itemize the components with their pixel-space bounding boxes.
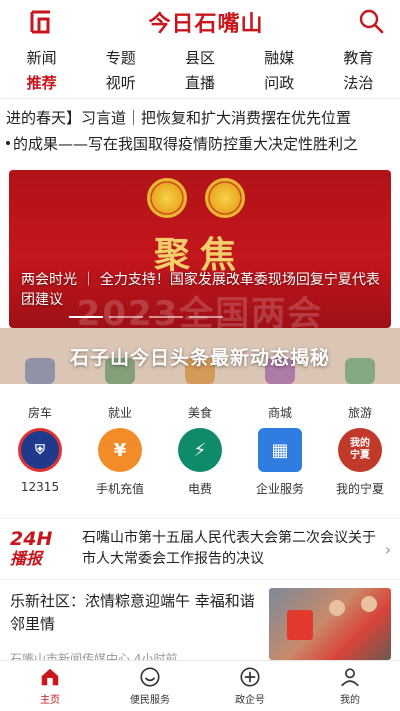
channel-law[interactable]: 法治	[319, 73, 398, 93]
phone-recharge-icon: ¥	[98, 428, 142, 472]
article-card[interactable]: 乐新社区：浓情粽意迎端午 幸福和谐邻里情 石嘴山市新闻传媒中心 4小时前	[0, 586, 400, 666]
carousel-dot[interactable]	[69, 316, 103, 318]
carousel-dot[interactable]	[189, 316, 223, 318]
channel-topics[interactable]: 专题	[81, 48, 160, 68]
thumbnail-figure	[361, 596, 377, 612]
my-ningxia-icon: 我的 宁夏	[338, 428, 382, 472]
nav-label: 便民服务	[130, 695, 170, 706]
state-grid-icon: ⚡	[178, 428, 222, 472]
channel-video[interactable]: 视听	[81, 73, 160, 93]
logo-icon	[28, 9, 54, 35]
divider	[0, 98, 400, 99]
service-enterprise[interactable]: ▦ 企业服务	[240, 428, 320, 497]
enterprise-service-icon: ▦	[258, 428, 302, 472]
news-24h-badge: 24H 播报	[10, 528, 74, 569]
search-icon[interactable]	[358, 8, 386, 36]
service-label: 美食	[187, 406, 212, 420]
ticker-text: 的成果——写在我国取得疫情防控重大决定性胜利之	[13, 134, 359, 153]
chevron-right-icon[interactable]: ›	[376, 540, 400, 559]
national-emblem-icon	[147, 178, 187, 218]
carousel-dot[interactable]	[109, 316, 143, 318]
hero-carousel[interactable]: 聚焦 2023全国两会 两会时光 ｜ 全力支持！国家发展改革委现场回复宁夏代表团…	[9, 170, 391, 328]
nav-label: 主页	[40, 695, 60, 706]
channel-recommend[interactable]: 推荐	[2, 73, 81, 93]
overlay-banner-text: 石子山今日头条最新动态揭秘	[69, 346, 330, 369]
article-thumbnail	[269, 588, 391, 660]
badge-broadcast-text: 播报	[10, 549, 43, 568]
channel-counties[interactable]: 县区	[160, 48, 239, 68]
service-my-ningxia[interactable]: 我的 宁夏 我的宁夏	[320, 428, 400, 497]
home-icon	[41, 668, 59, 686]
channel-grid: 新闻 专题 县区 融媒 教育 推荐 视听 直播 问政 法治	[0, 48, 400, 93]
channel-education[interactable]: 教育	[319, 48, 398, 68]
overlay-banner: 石子山今日头条最新动态揭秘	[0, 328, 400, 384]
bottom-nav: 主页 便民服务 政企号 我的	[0, 660, 400, 711]
nav-label: 我的	[340, 695, 360, 706]
news-24h[interactable]: 24H 播报 石嘴山市第十五届人民代表大会第二次会议关于市人大常委会工作报告的决…	[0, 518, 400, 580]
service-label: 旅游	[347, 406, 372, 420]
thumbnail-figure	[329, 600, 345, 616]
service-electricity[interactable]: ⚡ 电费	[160, 428, 240, 497]
service-label: 12315	[20, 480, 60, 494]
nav-label: 政企号	[235, 695, 265, 706]
consumer-badge-icon: ⛨	[18, 428, 62, 472]
service-label: 房车	[27, 406, 52, 420]
service-label: 电费	[187, 482, 212, 496]
article-title: 乐新社区：浓情粽意迎端午 幸福和谐邻里情	[10, 592, 255, 633]
plus-circle-icon	[240, 667, 260, 687]
service-label: 手机充值	[95, 482, 144, 496]
service-label: 企业服务	[255, 482, 304, 496]
news-24h-text: 石嘴山市第十五届人民代表大会第二次会议关于市人大常委会工作报告的决议	[82, 530, 376, 567]
ticker-item[interactable]: 进的春天】习言道｜把恢复和扩大消费摆在优先位置	[0, 104, 400, 130]
service-12315[interactable]: ⛨ 12315	[0, 428, 80, 497]
carousel-caption: 两会时光 ｜ 全力支持！国家发展改革委现场回复宁夏代表团建议	[21, 272, 380, 308]
service-grid-row-2: ⛨ 12315 ¥ 手机充值 ⚡ 电费 ▦ 企业服务 我的 宁夏 我的宁夏	[0, 428, 400, 497]
ticker-item[interactable]: 的成果——写在我国取得疫情防控重大决定性胜利之	[0, 130, 400, 156]
carousel-dot[interactable]	[149, 316, 183, 318]
nav-gov-accounts[interactable]: 政企号	[200, 661, 300, 711]
headline-ticker: 进的春天】习言道｜把恢复和扩大消费摆在优先位置 的成果——写在我国取得疫情防控重…	[0, 104, 400, 156]
ticker-text: 进的春天】习言道｜把恢复和扩大消费摆在优先位置	[6, 108, 352, 127]
badge-24h-text: 24H	[10, 528, 53, 550]
nav-services[interactable]: 便民服务	[100, 661, 200, 711]
nav-profile[interactable]: 我的	[300, 661, 400, 711]
service-label: 商城	[267, 406, 292, 420]
channel-live[interactable]: 直播	[160, 73, 239, 93]
bullet-icon	[6, 141, 10, 145]
channel-inquiry[interactable]: 问政	[240, 73, 319, 93]
service-phone-recharge[interactable]: ¥ 手机充值	[80, 428, 160, 497]
app-header: 今日石嘴山	[0, 0, 400, 44]
service-label: 就业	[107, 406, 132, 420]
profile-icon	[341, 668, 359, 687]
cppcc-emblem-icon	[205, 178, 245, 218]
smile-icon	[140, 667, 160, 687]
nav-home[interactable]: 主页	[0, 661, 100, 711]
carousel-indicator	[69, 316, 223, 318]
service-label: 我的宁夏	[335, 482, 384, 496]
brand-title: 今日石嘴山	[148, 11, 264, 37]
thumbnail-figure	[287, 610, 313, 640]
channel-news[interactable]: 新闻	[2, 48, 81, 68]
channel-media[interactable]: 融媒	[240, 48, 319, 68]
